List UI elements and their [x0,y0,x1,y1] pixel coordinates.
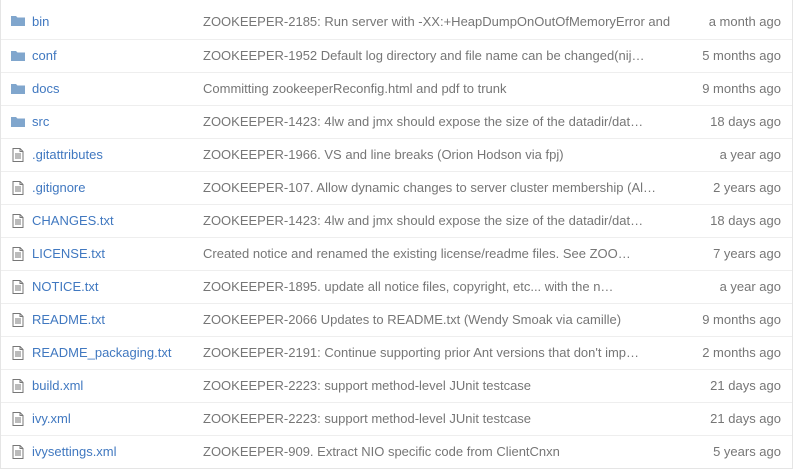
file-row[interactable]: .gitignore ZOOKEEPER-107. Allow dynamic c… [1,171,792,204]
commit-message-link[interactable]: ZOOKEEPER-1952 Default log directory and… [203,48,645,63]
file-name-link[interactable]: ivy.xml [32,411,71,426]
commit-age: a year ago [719,279,781,294]
file-icon [10,147,26,163]
commit-message-link[interactable]: Created notice and renamed the existing … [203,246,631,261]
folder-icon [10,13,26,29]
file-row[interactable]: ivysettings.xml ZOOKEEPER-909. Extract NI… [1,435,792,468]
file-name-link[interactable]: README_packaging.txt [32,345,171,360]
file-icon [10,246,26,262]
file-name-link[interactable]: NOTICE.txt [32,279,98,294]
file-icon [10,180,26,196]
commit-message-link[interactable]: ZOOKEEPER-107. Allow dynamic changes to … [203,180,656,195]
commit-age: 9 months ago [702,312,781,327]
commit-message-link[interactable]: ZOOKEEPER-1966. VS and line breaks (Orio… [203,147,564,162]
file-name-link[interactable]: bin [32,14,49,29]
file-row[interactable]: CHANGES.txt ZOOKEEPER-1423: 4lw and jmx s… [1,204,792,237]
file-list: bin ZOOKEEPER-2185: Run server with -XX:+… [0,0,793,469]
commit-message-link[interactable]: ZOOKEEPER-909. Extract NIO specific code… [203,444,560,459]
file-row[interactable]: README.txt ZOOKEEPER-2066 Updates to READ… [1,303,792,336]
file-name-link[interactable]: docs [32,81,59,96]
commit-age: 9 months ago [702,81,781,96]
commit-age: 21 days ago [710,411,781,426]
commit-age: 2 years ago [713,180,781,195]
commit-message-link[interactable]: Committing zookeeperReconfig.html and pd… [203,81,507,96]
file-name-link[interactable]: .gitattributes [32,147,103,162]
file-icon [10,279,26,295]
file-row[interactable]: build.xml ZOOKEEPER-2223: support method-… [1,369,792,402]
folder-icon [10,114,26,130]
file-name-link[interactable]: conf [32,48,57,63]
file-icon [10,378,26,394]
folder-icon [10,81,26,97]
file-row[interactable]: bin ZOOKEEPER-2185: Run server with -XX:+… [1,0,792,39]
file-icon [10,444,26,460]
commit-age: 18 days ago [710,114,781,129]
file-row[interactable]: .gitattributes ZOOKEEPER-1966. VS and lin… [1,138,792,171]
commit-age: 7 years ago [713,246,781,261]
commit-message-link[interactable]: ZOOKEEPER-2066 Updates to README.txt (We… [203,312,621,327]
file-row[interactable]: ivy.xml ZOOKEEPER-2223: support method-le… [1,402,792,435]
file-row[interactable]: docs Committing zookeeperReconfig.html an… [1,72,792,105]
file-icon [10,411,26,427]
file-name-link[interactable]: CHANGES.txt [32,213,114,228]
file-icon [10,213,26,229]
commit-message-link[interactable]: ZOOKEEPER-1423: 4lw and jmx should expos… [203,114,643,129]
file-name-link[interactable]: build.xml [32,378,83,393]
file-name-link[interactable]: README.txt [32,312,105,327]
commit-message-link[interactable]: ZOOKEEPER-1423: 4lw and jmx should expos… [203,213,643,228]
commit-message-link[interactable]: ZOOKEEPER-2223: support method-level JUn… [203,378,531,393]
file-icon [10,312,26,328]
file-name-link[interactable]: .gitignore [32,180,85,195]
folder-icon [10,48,26,64]
commit-age: 18 days ago [710,213,781,228]
file-row[interactable]: NOTICE.txt ZOOKEEPER-1895. update all not… [1,270,792,303]
file-icon [10,345,26,361]
commit-message-link[interactable]: ZOOKEEPER-2185: Run server with -XX:+Hea… [203,14,670,29]
file-name-link[interactable]: ivysettings.xml [32,444,117,459]
commit-age: 2 months ago [702,345,781,360]
commit-message-link[interactable]: ZOOKEEPER-1895. update all notice files,… [203,279,613,294]
file-row[interactable]: README_packaging.txt ZOOKEEPER-2191: Cont… [1,336,792,369]
file-name-link[interactable]: src [32,114,49,129]
file-name-link[interactable]: LICENSE.txt [32,246,105,261]
file-row[interactable]: src ZOOKEEPER-1423: 4lw and jmx should ex… [1,105,792,138]
file-row[interactable]: conf ZOOKEEPER-1952 Default log directory… [1,39,792,72]
commit-age: 5 years ago [713,444,781,459]
commit-message-link[interactable]: ZOOKEEPER-2191: Continue supporting prio… [203,345,639,360]
commit-message-link[interactable]: ZOOKEEPER-2223: support method-level JUn… [203,411,531,426]
commit-age: 5 months ago [702,48,781,63]
commit-age: a month ago [708,14,781,29]
file-row[interactable]: LICENSE.txt Created notice and renamed th… [1,237,792,270]
commit-age: 21 days ago [710,378,781,393]
commit-age: a year ago [719,147,781,162]
